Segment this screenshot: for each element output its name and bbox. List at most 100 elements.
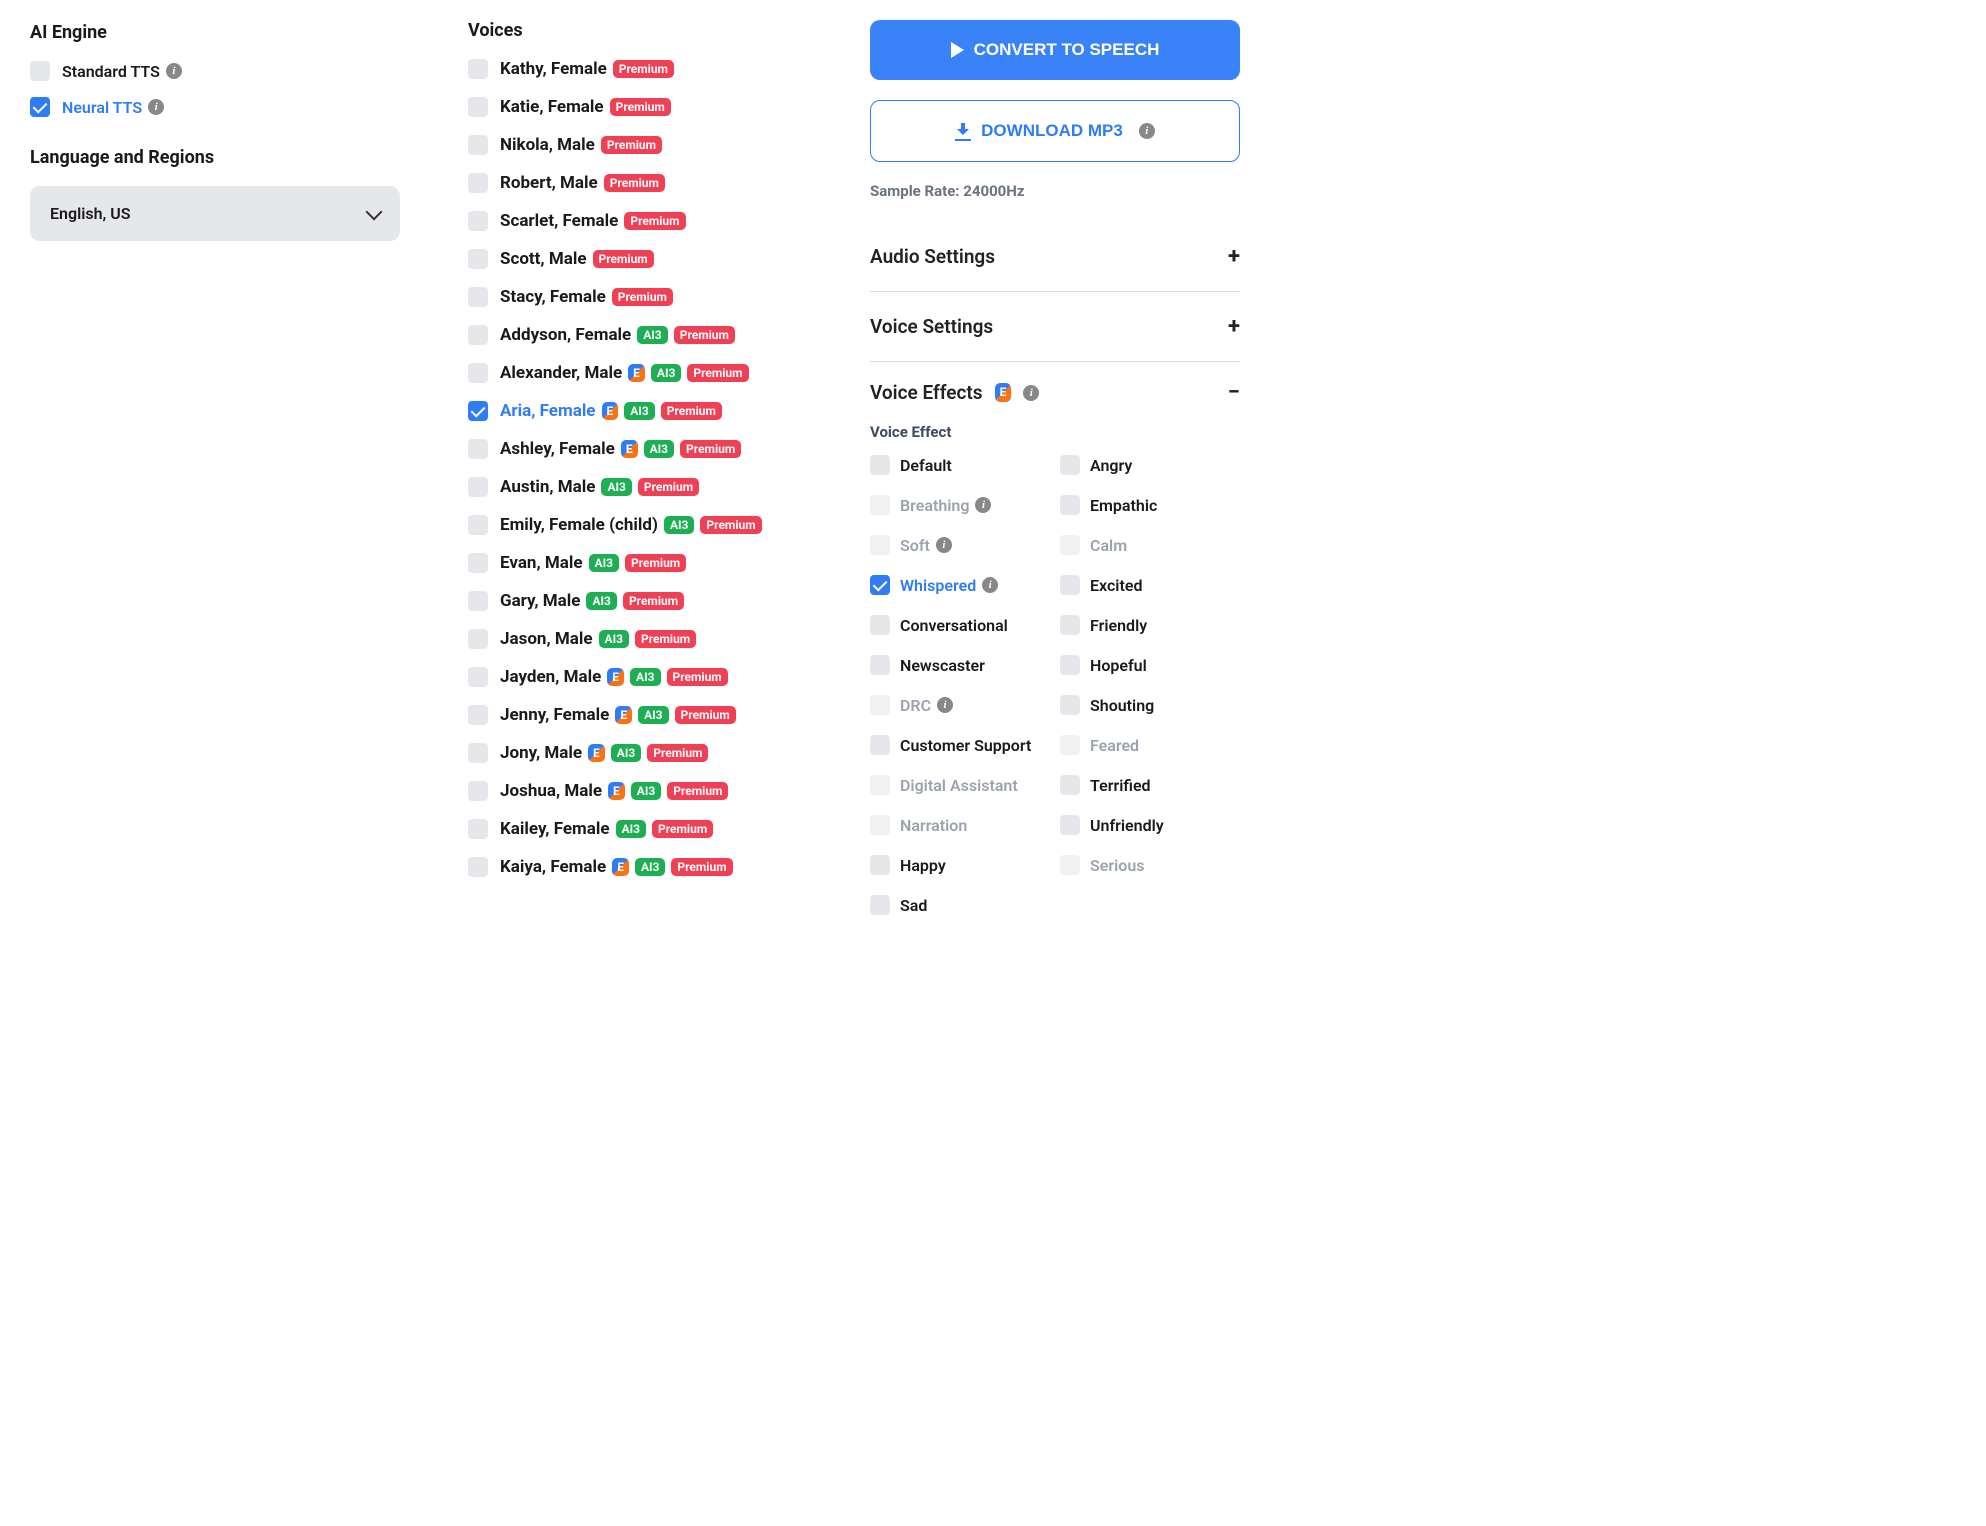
convert-button[interactable]: CONVERT TO SPEECH [870, 20, 1240, 80]
checkbox[interactable] [1060, 695, 1080, 715]
checkbox[interactable] [30, 97, 50, 117]
checkbox[interactable] [468, 135, 488, 155]
voice-row[interactable]: Addyson, FemaleAI3Premium [468, 325, 840, 345]
engine-option[interactable]: Standard TTSi [30, 61, 430, 81]
language-dropdown[interactable]: English, US [30, 186, 400, 241]
effect-option[interactable]: Default [870, 455, 1050, 475]
effect-option[interactable]: Newscaster [870, 655, 1050, 675]
voice-effects-accordion[interactable]: Voice Effects E i − [870, 380, 1240, 405]
checkbox[interactable] [468, 819, 488, 839]
checkbox[interactable] [870, 855, 890, 875]
voice-row[interactable]: Jony, MaleEAI3Premium [468, 743, 840, 763]
effect-option[interactable]: Empathic [1060, 495, 1240, 515]
checkbox[interactable] [870, 815, 890, 835]
effect-option[interactable]: Digital Assistant [870, 775, 1050, 795]
checkbox[interactable] [468, 287, 488, 307]
checkbox[interactable] [1060, 535, 1080, 555]
checkbox[interactable] [1060, 735, 1080, 755]
effect-option[interactable]: Feared [1060, 735, 1240, 755]
checkbox[interactable] [468, 97, 488, 117]
checkbox[interactable] [870, 775, 890, 795]
checkbox[interactable] [468, 401, 488, 421]
checkbox[interactable] [468, 629, 488, 649]
effect-option[interactable]: Terrified [1060, 775, 1240, 795]
voice-row[interactable]: Robert, MalePremium [468, 173, 840, 193]
checkbox[interactable] [1060, 455, 1080, 475]
checkbox[interactable] [1060, 655, 1080, 675]
checkbox[interactable] [468, 515, 488, 535]
engine-option[interactable]: Neural TTSi [30, 97, 430, 117]
voice-row[interactable]: Alexander, MaleEAI3Premium [468, 363, 840, 383]
checkbox[interactable] [468, 705, 488, 725]
checkbox[interactable] [468, 667, 488, 687]
voice-row[interactable]: Joshua, MaleEAI3Premium [468, 781, 840, 801]
checkbox[interactable] [870, 495, 890, 515]
checkbox[interactable] [468, 249, 488, 269]
checkbox[interactable] [870, 575, 890, 595]
voice-row[interactable]: Jayden, MaleEAI3Premium [468, 667, 840, 687]
voice-row[interactable]: Ashley, FemaleEAI3Premium [468, 439, 840, 459]
checkbox[interactable] [1060, 775, 1080, 795]
voice-row[interactable]: Jenny, FemaleEAI3Premium [468, 705, 840, 725]
effect-option[interactable]: Angry [1060, 455, 1240, 475]
checkbox[interactable] [468, 591, 488, 611]
checkbox[interactable] [870, 455, 890, 475]
checkbox[interactable] [1060, 575, 1080, 595]
checkbox[interactable] [1060, 855, 1080, 875]
voice-row[interactable]: Stacy, FemalePremium [468, 287, 840, 307]
voice-row[interactable]: Katie, FemalePremium [468, 97, 840, 117]
effect-option[interactable]: Shouting [1060, 695, 1240, 715]
accordion-audio-settings[interactable]: Audio Settings+ [870, 222, 1240, 291]
effect-option[interactable]: Whisperedi [870, 575, 1050, 595]
voice-row[interactable]: Evan, MaleAI3Premium [468, 553, 840, 573]
effect-option[interactable]: DRCi [870, 695, 1050, 715]
checkbox[interactable] [870, 735, 890, 755]
checkbox[interactable] [468, 743, 488, 763]
accordion-voice-settings[interactable]: Voice Settings+ [870, 291, 1240, 361]
voice-row[interactable]: Austin, MaleAI3Premium [468, 477, 840, 497]
voice-row[interactable]: Scarlet, FemalePremium [468, 211, 840, 231]
voice-row[interactable]: Kathy, FemalePremium [468, 59, 840, 79]
checkbox[interactable] [468, 553, 488, 573]
effect-option[interactable]: Serious [1060, 855, 1240, 875]
checkbox[interactable] [468, 363, 488, 383]
download-button[interactable]: DOWNLOAD MP3 i [870, 100, 1240, 162]
checkbox[interactable] [870, 895, 890, 915]
voice-row[interactable]: Emily, Female (child)AI3Premium [468, 515, 840, 535]
checkbox[interactable] [1060, 495, 1080, 515]
checkbox[interactable] [468, 857, 488, 877]
effect-option[interactable]: Hopeful [1060, 655, 1240, 675]
effect-option[interactable]: Breathingi [870, 495, 1050, 515]
effect-option[interactable]: Friendly [1060, 615, 1240, 635]
effect-option[interactable]: Unfriendly [1060, 815, 1240, 835]
checkbox[interactable] [30, 61, 50, 81]
voice-row[interactable]: Jason, MaleAI3Premium [468, 629, 840, 649]
checkbox[interactable] [1060, 815, 1080, 835]
checkbox[interactable] [468, 781, 488, 801]
checkbox[interactable] [468, 173, 488, 193]
voice-row[interactable]: Kailey, FemaleAI3Premium [468, 819, 840, 839]
voice-row[interactable]: Aria, FemaleEAI3Premium [468, 401, 840, 421]
checkbox[interactable] [468, 439, 488, 459]
checkbox[interactable] [870, 615, 890, 635]
effect-option[interactable]: Happy [870, 855, 1050, 875]
checkbox[interactable] [468, 325, 488, 345]
effect-option[interactable]: Conversational [870, 615, 1050, 635]
effect-option[interactable]: Sad [870, 895, 1050, 915]
effect-option[interactable]: Excited [1060, 575, 1240, 595]
checkbox[interactable] [468, 211, 488, 231]
effect-option[interactable]: Calm [1060, 535, 1240, 555]
voice-row[interactable]: Gary, MaleAI3Premium [468, 591, 840, 611]
voice-row[interactable]: Nikola, MalePremium [468, 135, 840, 155]
checkbox[interactable] [468, 477, 488, 497]
checkbox[interactable] [1060, 615, 1080, 635]
effect-option[interactable]: Narration [870, 815, 1050, 835]
checkbox[interactable] [870, 655, 890, 675]
checkbox[interactable] [870, 535, 890, 555]
checkbox[interactable] [870, 695, 890, 715]
effect-option[interactable]: Softi [870, 535, 1050, 555]
effect-option[interactable]: Customer Support [870, 735, 1050, 755]
voice-row[interactable]: Scott, MalePremium [468, 249, 840, 269]
checkbox[interactable] [468, 59, 488, 79]
voice-row[interactable]: Kaiya, FemaleEAI3Premium [468, 857, 840, 877]
